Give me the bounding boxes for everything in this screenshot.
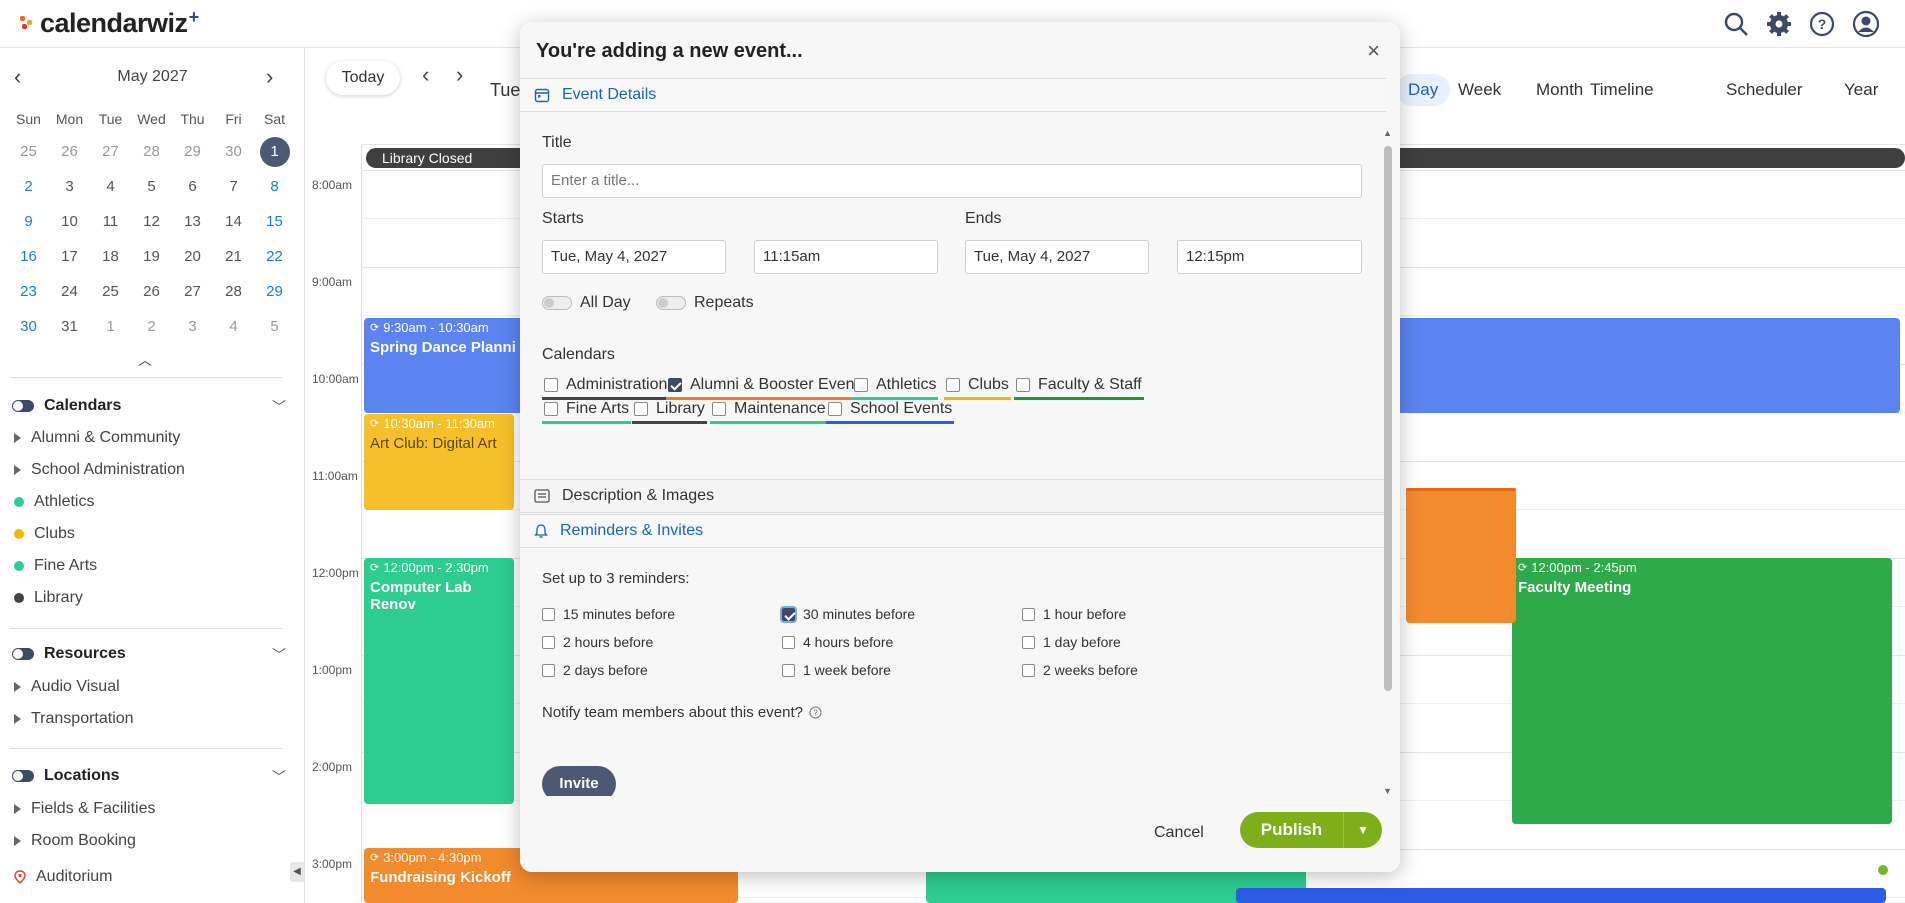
reminder-option[interactable]: 2 hours before	[542, 634, 653, 650]
checkbox-icon[interactable]	[668, 378, 682, 392]
checkbox-icon[interactable]	[946, 378, 960, 392]
calendar-checkbox-label: School Events	[850, 400, 953, 417]
section-description-label: Description & Images	[562, 487, 715, 504]
checkbox-icon[interactable]	[544, 378, 558, 392]
new-event-dialog: You're adding a new event... × Event Det…	[520, 22, 1400, 872]
reminder-label: 1 day before	[1043, 634, 1121, 650]
reminder-label: 2 days before	[563, 662, 648, 678]
reminder-label: 1 hour before	[1043, 606, 1127, 622]
start-date-input[interactable]: Tue, May 4, 2027	[542, 240, 726, 274]
publish-options-caret-icon[interactable]: ▼	[1344, 812, 1382, 848]
repeats-label: Repeats	[694, 294, 754, 311]
checkbox-icon[interactable]	[542, 635, 555, 649]
dialog-title: You're adding a new event...	[536, 40, 803, 62]
title-label: Title	[542, 134, 572, 151]
reminders-label: Set up to 3 reminders:	[542, 570, 690, 587]
section-event-details[interactable]: Event Details	[520, 78, 1386, 112]
all-day-toggle[interactable]: All Day	[542, 294, 631, 312]
calendar-checkbox-label: Alumni & Booster Events	[690, 376, 867, 393]
calendar-checkbox-label: Faculty & Staff	[1038, 376, 1142, 393]
end-date-input[interactable]: Tue, May 4, 2027	[965, 240, 1149, 274]
dialog-body: Event Details Title Enter a title... Sta…	[520, 76, 1400, 802]
reminder-option[interactable]: 1 week before	[782, 662, 891, 678]
cancel-button[interactable]: Cancel	[1154, 824, 1204, 842]
reminder-label: 30 minutes before	[803, 606, 916, 622]
notify-label: Notify team members about this event?	[542, 704, 803, 721]
scroll-down-arrow-icon[interactable]: ▼	[1383, 786, 1392, 796]
calendar-icon	[534, 88, 550, 103]
checkbox-icon[interactable]	[780, 605, 797, 623]
calendar-checkbox-label: Athletics	[876, 376, 937, 393]
reminder-label: 2 hours before	[563, 634, 654, 650]
title-input[interactable]: Enter a title...	[542, 164, 1362, 198]
modal-overlay: You're adding a new event... × Event Det…	[0, 0, 1905, 903]
starts-label: Starts	[542, 210, 584, 227]
section-description-images[interactable]: Description & Images	[520, 479, 1386, 513]
checkbox-icon[interactable]	[712, 402, 726, 416]
toggle-switch-icon	[542, 296, 572, 310]
section-reminders-invites[interactable]: Reminders & Invites	[520, 514, 1386, 548]
calendar-checkbox[interactable]: Library	[632, 400, 707, 424]
calendar-checkbox-label: Library	[656, 400, 705, 417]
reminder-label: 4 hours before	[803, 634, 894, 650]
calendar-checkbox[interactable]: School Events	[826, 400, 955, 424]
ends-label: Ends	[965, 210, 1002, 227]
calendar-checkbox[interactable]: Athletics	[852, 376, 939, 400]
checkbox-icon[interactable]	[542, 663, 555, 677]
checkbox-icon[interactable]	[634, 402, 648, 416]
reminder-option[interactable]: 1 hour before	[1022, 606, 1126, 622]
calendar-checkbox[interactable]: Administration	[542, 376, 670, 400]
reminder-option[interactable]: 2 weeks before	[1022, 662, 1138, 678]
toggle-switch-icon	[656, 296, 686, 310]
calendar-checkbox-label: Administration	[566, 376, 668, 393]
calendar-checkbox-label: Maintenance	[734, 400, 826, 417]
text-lines-icon	[534, 489, 550, 503]
section-event-details-label: Event Details	[562, 86, 657, 103]
calendar-checkbox[interactable]: Fine Arts	[542, 400, 632, 424]
checkbox-icon[interactable]	[542, 607, 555, 621]
checkbox-icon[interactable]	[1022, 635, 1035, 649]
reminder-option[interactable]: 2 days before	[542, 662, 648, 678]
close-icon[interactable]: ×	[1367, 38, 1380, 64]
checkbox-icon[interactable]	[1022, 607, 1035, 621]
publish-button-group: Publish ▼	[1240, 812, 1382, 848]
checkbox-icon[interactable]	[544, 402, 558, 416]
scroll-up-arrow-icon[interactable]: ▲	[1383, 128, 1392, 138]
notify-question: Notify team members about this event? ?	[542, 704, 822, 721]
checkbox-icon[interactable]	[782, 635, 795, 649]
checkbox-icon[interactable]	[1016, 378, 1030, 392]
calendar-checkbox-label: Fine Arts	[566, 400, 630, 417]
checkbox-icon[interactable]	[854, 378, 868, 392]
reminder-label: 2 weeks before	[1043, 662, 1138, 678]
calendar-checkbox[interactable]: Faculty & Staff	[1014, 376, 1144, 400]
publish-button[interactable]: Publish	[1240, 812, 1344, 848]
reminder-label: 1 week before	[803, 662, 891, 678]
all-day-label: All Day	[580, 294, 631, 311]
svg-text:?: ?	[813, 709, 818, 718]
checkbox-icon[interactable]	[1022, 663, 1035, 677]
reminder-option[interactable]: 30 minutes before	[780, 605, 916, 623]
calendars-label: Calendars	[542, 346, 615, 363]
repeats-toggle[interactable]: Repeats	[656, 294, 754, 312]
checkbox-icon[interactable]	[782, 663, 795, 677]
reminder-option[interactable]: 4 hours before	[782, 634, 893, 650]
calendar-checkbox[interactable]: Alumni & Booster Events	[666, 376, 869, 400]
calendar-checkbox-label: Clubs	[968, 376, 1009, 393]
reminder-option[interactable]: 15 minutes before	[542, 606, 675, 622]
dialog-scrollbar[interactable]	[1384, 146, 1392, 691]
dialog-footer: Cancel Publish ▼	[520, 796, 1400, 872]
bell-icon	[534, 524, 548, 538]
end-time-input[interactable]: 12:15pm	[1177, 240, 1362, 274]
reminder-label: 15 minutes before	[563, 606, 676, 622]
calendar-checkbox[interactable]: Clubs	[944, 376, 1011, 400]
start-time-input[interactable]: 11:15am	[754, 240, 938, 274]
checkbox-icon[interactable]	[828, 402, 842, 416]
question-circle-icon[interactable]: ?	[809, 706, 822, 719]
calendar-checkbox[interactable]: Maintenance	[710, 400, 828, 424]
section-reminders-label: Reminders & Invites	[560, 522, 704, 539]
reminder-option[interactable]: 1 day before	[1022, 634, 1121, 650]
